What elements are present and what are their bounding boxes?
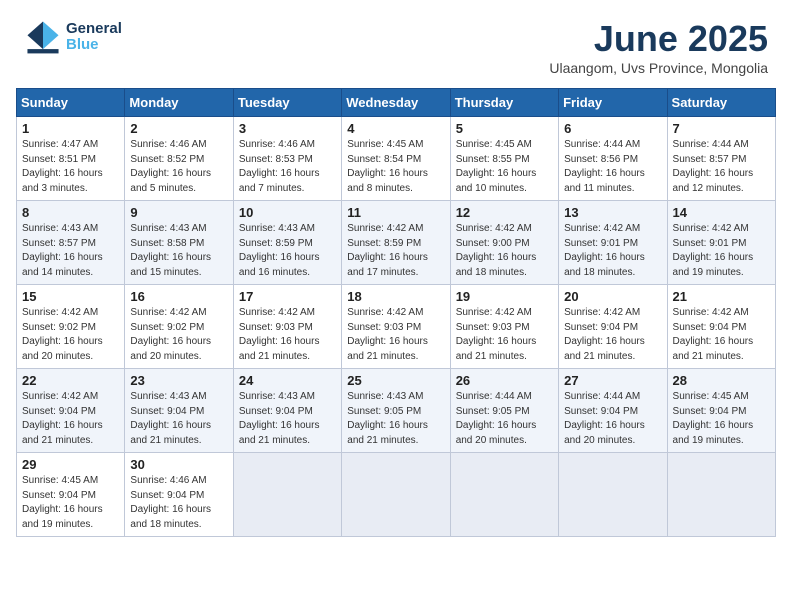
table-row xyxy=(450,453,558,537)
table-row: 25 Sunrise: 4:43 AMSunset: 9:05 PMDaylig… xyxy=(342,369,450,453)
table-row: 13 Sunrise: 4:42 AMSunset: 9:01 PMDaylig… xyxy=(559,201,667,285)
col-sunday: Sunday xyxy=(17,89,125,117)
table-row: 17 Sunrise: 4:42 AMSunset: 9:03 PMDaylig… xyxy=(233,285,341,369)
table-row: 28 Sunrise: 4:45 AMSunset: 9:04 PMDaylig… xyxy=(667,369,775,453)
table-row: 2 Sunrise: 4:46 AMSunset: 8:52 PMDayligh… xyxy=(125,117,233,201)
table-row: 1 Sunrise: 4:47 AMSunset: 8:51 PMDayligh… xyxy=(17,117,125,201)
table-row: 6 Sunrise: 4:44 AMSunset: 8:56 PMDayligh… xyxy=(559,117,667,201)
logo-blue: Blue xyxy=(66,37,122,54)
table-row: 16 Sunrise: 4:42 AMSunset: 9:02 PMDaylig… xyxy=(125,285,233,369)
page: General Blue June 2025 Ulaangom, Uvs Pro… xyxy=(0,0,792,612)
table-row: 12 Sunrise: 4:42 AMSunset: 9:00 PMDaylig… xyxy=(450,201,558,285)
table-row: 21 Sunrise: 4:42 AMSunset: 9:04 PMDaylig… xyxy=(667,285,775,369)
col-monday: Monday xyxy=(125,89,233,117)
table-row xyxy=(233,453,341,537)
table-row xyxy=(667,453,775,537)
table-row: 8 Sunrise: 4:43 AMSunset: 8:57 PMDayligh… xyxy=(17,201,125,285)
table-row: 22 Sunrise: 4:42 AMSunset: 9:04 PMDaylig… xyxy=(17,369,125,453)
table-row: 4 Sunrise: 4:45 AMSunset: 8:54 PMDayligh… xyxy=(342,117,450,201)
logo: General Blue xyxy=(24,18,122,56)
table-row: 10 Sunrise: 4:43 AMSunset: 8:59 PMDaylig… xyxy=(233,201,341,285)
header: General Blue June 2025 Ulaangom, Uvs Pro… xyxy=(0,0,792,84)
calendar-table: Sunday Monday Tuesday Wednesday Thursday… xyxy=(16,88,776,537)
table-row: 3 Sunrise: 4:46 AMSunset: 8:53 PMDayligh… xyxy=(233,117,341,201)
calendar-subtitle: Ulaangom, Uvs Province, Mongolia xyxy=(549,60,768,76)
logo-general: General xyxy=(66,21,122,38)
table-row: 23 Sunrise: 4:43 AMSunset: 9:04 PMDaylig… xyxy=(125,369,233,453)
table-row: 19 Sunrise: 4:42 AMSunset: 9:03 PMDaylig… xyxy=(450,285,558,369)
table-row: 26 Sunrise: 4:44 AMSunset: 9:05 PMDaylig… xyxy=(450,369,558,453)
col-saturday: Saturday xyxy=(667,89,775,117)
table-row: 18 Sunrise: 4:42 AMSunset: 9:03 PMDaylig… xyxy=(342,285,450,369)
logo-icon xyxy=(24,18,62,56)
table-row: 7 Sunrise: 4:44 AMSunset: 8:57 PMDayligh… xyxy=(667,117,775,201)
table-row: 24 Sunrise: 4:43 AMSunset: 9:04 PMDaylig… xyxy=(233,369,341,453)
col-wednesday: Wednesday xyxy=(342,89,450,117)
title-block: June 2025 Ulaangom, Uvs Province, Mongol… xyxy=(549,18,768,76)
col-thursday: Thursday xyxy=(450,89,558,117)
table-row: 9 Sunrise: 4:43 AMSunset: 8:58 PMDayligh… xyxy=(125,201,233,285)
calendar-header-row: Sunday Monday Tuesday Wednesday Thursday… xyxy=(17,89,776,117)
table-row: 29 Sunrise: 4:45 AMSunset: 9:04 PMDaylig… xyxy=(17,453,125,537)
table-row: 30 Sunrise: 4:46 AMSunset: 9:04 PMDaylig… xyxy=(125,453,233,537)
table-row xyxy=(559,453,667,537)
col-tuesday: Tuesday xyxy=(233,89,341,117)
table-row: 15 Sunrise: 4:42 AMSunset: 9:02 PMDaylig… xyxy=(17,285,125,369)
table-row: 20 Sunrise: 4:42 AMSunset: 9:04 PMDaylig… xyxy=(559,285,667,369)
table-row: 11 Sunrise: 4:42 AMSunset: 8:59 PMDaylig… xyxy=(342,201,450,285)
calendar-title: June 2025 xyxy=(549,18,768,60)
col-friday: Friday xyxy=(559,89,667,117)
table-row: 14 Sunrise: 4:42 AMSunset: 9:01 PMDaylig… xyxy=(667,201,775,285)
table-row: 27 Sunrise: 4:44 AMSunset: 9:04 PMDaylig… xyxy=(559,369,667,453)
table-row: 5 Sunrise: 4:45 AMSunset: 8:55 PMDayligh… xyxy=(450,117,558,201)
table-row xyxy=(342,453,450,537)
